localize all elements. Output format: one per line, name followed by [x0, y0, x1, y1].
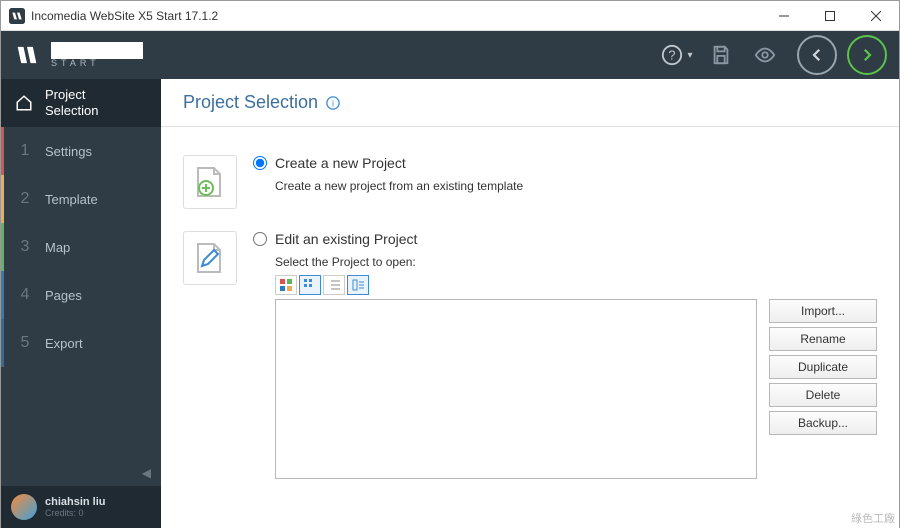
app-icon — [9, 8, 25, 24]
backup-button[interactable]: Backup... — [769, 411, 877, 435]
logo-icon — [13, 41, 41, 69]
maximize-button[interactable] — [807, 1, 853, 31]
edit-project-icon — [183, 231, 237, 285]
page-title: Project Selection — [183, 92, 318, 113]
sidebar-item-pages[interactable]: 4Pages — [1, 271, 161, 319]
back-button[interactable] — [797, 35, 837, 75]
minimize-button[interactable] — [761, 1, 807, 31]
import-button[interactable]: Import... — [769, 299, 877, 323]
save-button[interactable] — [699, 33, 743, 77]
next-button[interactable] — [847, 35, 887, 75]
help-button[interactable]: ? ▾ — [655, 33, 699, 77]
edit-project-description: Select the Project to open: — [253, 255, 877, 269]
brand-sub: START — [51, 59, 143, 68]
svg-text:i: i — [332, 98, 334, 108]
edit-project-radio[interactable]: Edit an existing Project — [253, 231, 877, 247]
avatar — [11, 494, 37, 520]
sidebar: ProjectSelection 1Settings 2Template 3Ma… — [1, 79, 161, 528]
titlebar: Incomedia WebSite X5 Start 17.1.2 — [1, 1, 899, 31]
svg-text:?: ? — [669, 48, 676, 63]
sidebar-item-settings[interactable]: 1Settings — [1, 127, 161, 175]
watermark: 綠色工廠 — [851, 510, 895, 526]
project-list[interactable] — [275, 299, 757, 479]
new-project-icon — [183, 155, 237, 209]
sidebar-collapse[interactable]: ◀ — [1, 460, 161, 486]
app-header: WebSite X5 START ? ▾ — [1, 31, 899, 79]
sidebar-item-map[interactable]: 3Map — [1, 223, 161, 271]
sidebar-item-template[interactable]: 2Template — [1, 175, 161, 223]
window-title: Incomedia WebSite X5 Start 17.1.2 — [31, 9, 761, 23]
close-button[interactable] — [853, 1, 899, 31]
view-large-icons[interactable] — [275, 275, 297, 295]
sidebar-item-project-selection[interactable]: ProjectSelection — [1, 79, 161, 127]
chevron-down-icon: ▾ — [687, 50, 692, 61]
create-project-radio[interactable]: Create a new Project — [253, 155, 877, 171]
user-name: chiahsin liu — [45, 496, 106, 508]
user-credits: Credits: 0 — [45, 508, 106, 518]
view-list[interactable] — [323, 275, 345, 295]
delete-button[interactable]: Delete — [769, 383, 877, 407]
view-details[interactable] — [347, 275, 369, 295]
main-panel: Project Selection i Create a new Project… — [161, 79, 899, 528]
create-project-description: Create a new project from an existing te… — [253, 179, 877, 193]
brand-name: WebSite X5 — [51, 42, 143, 59]
view-small-icons[interactable] — [299, 275, 321, 295]
duplicate-button[interactable]: Duplicate — [769, 355, 877, 379]
sidebar-item-export[interactable]: 5Export — [1, 319, 161, 367]
preview-button[interactable] — [743, 33, 787, 77]
rename-button[interactable]: Rename — [769, 327, 877, 351]
home-icon — [15, 94, 33, 112]
user-panel[interactable]: chiahsin liu Credits: 0 — [1, 486, 161, 528]
info-icon[interactable]: i — [326, 96, 340, 110]
